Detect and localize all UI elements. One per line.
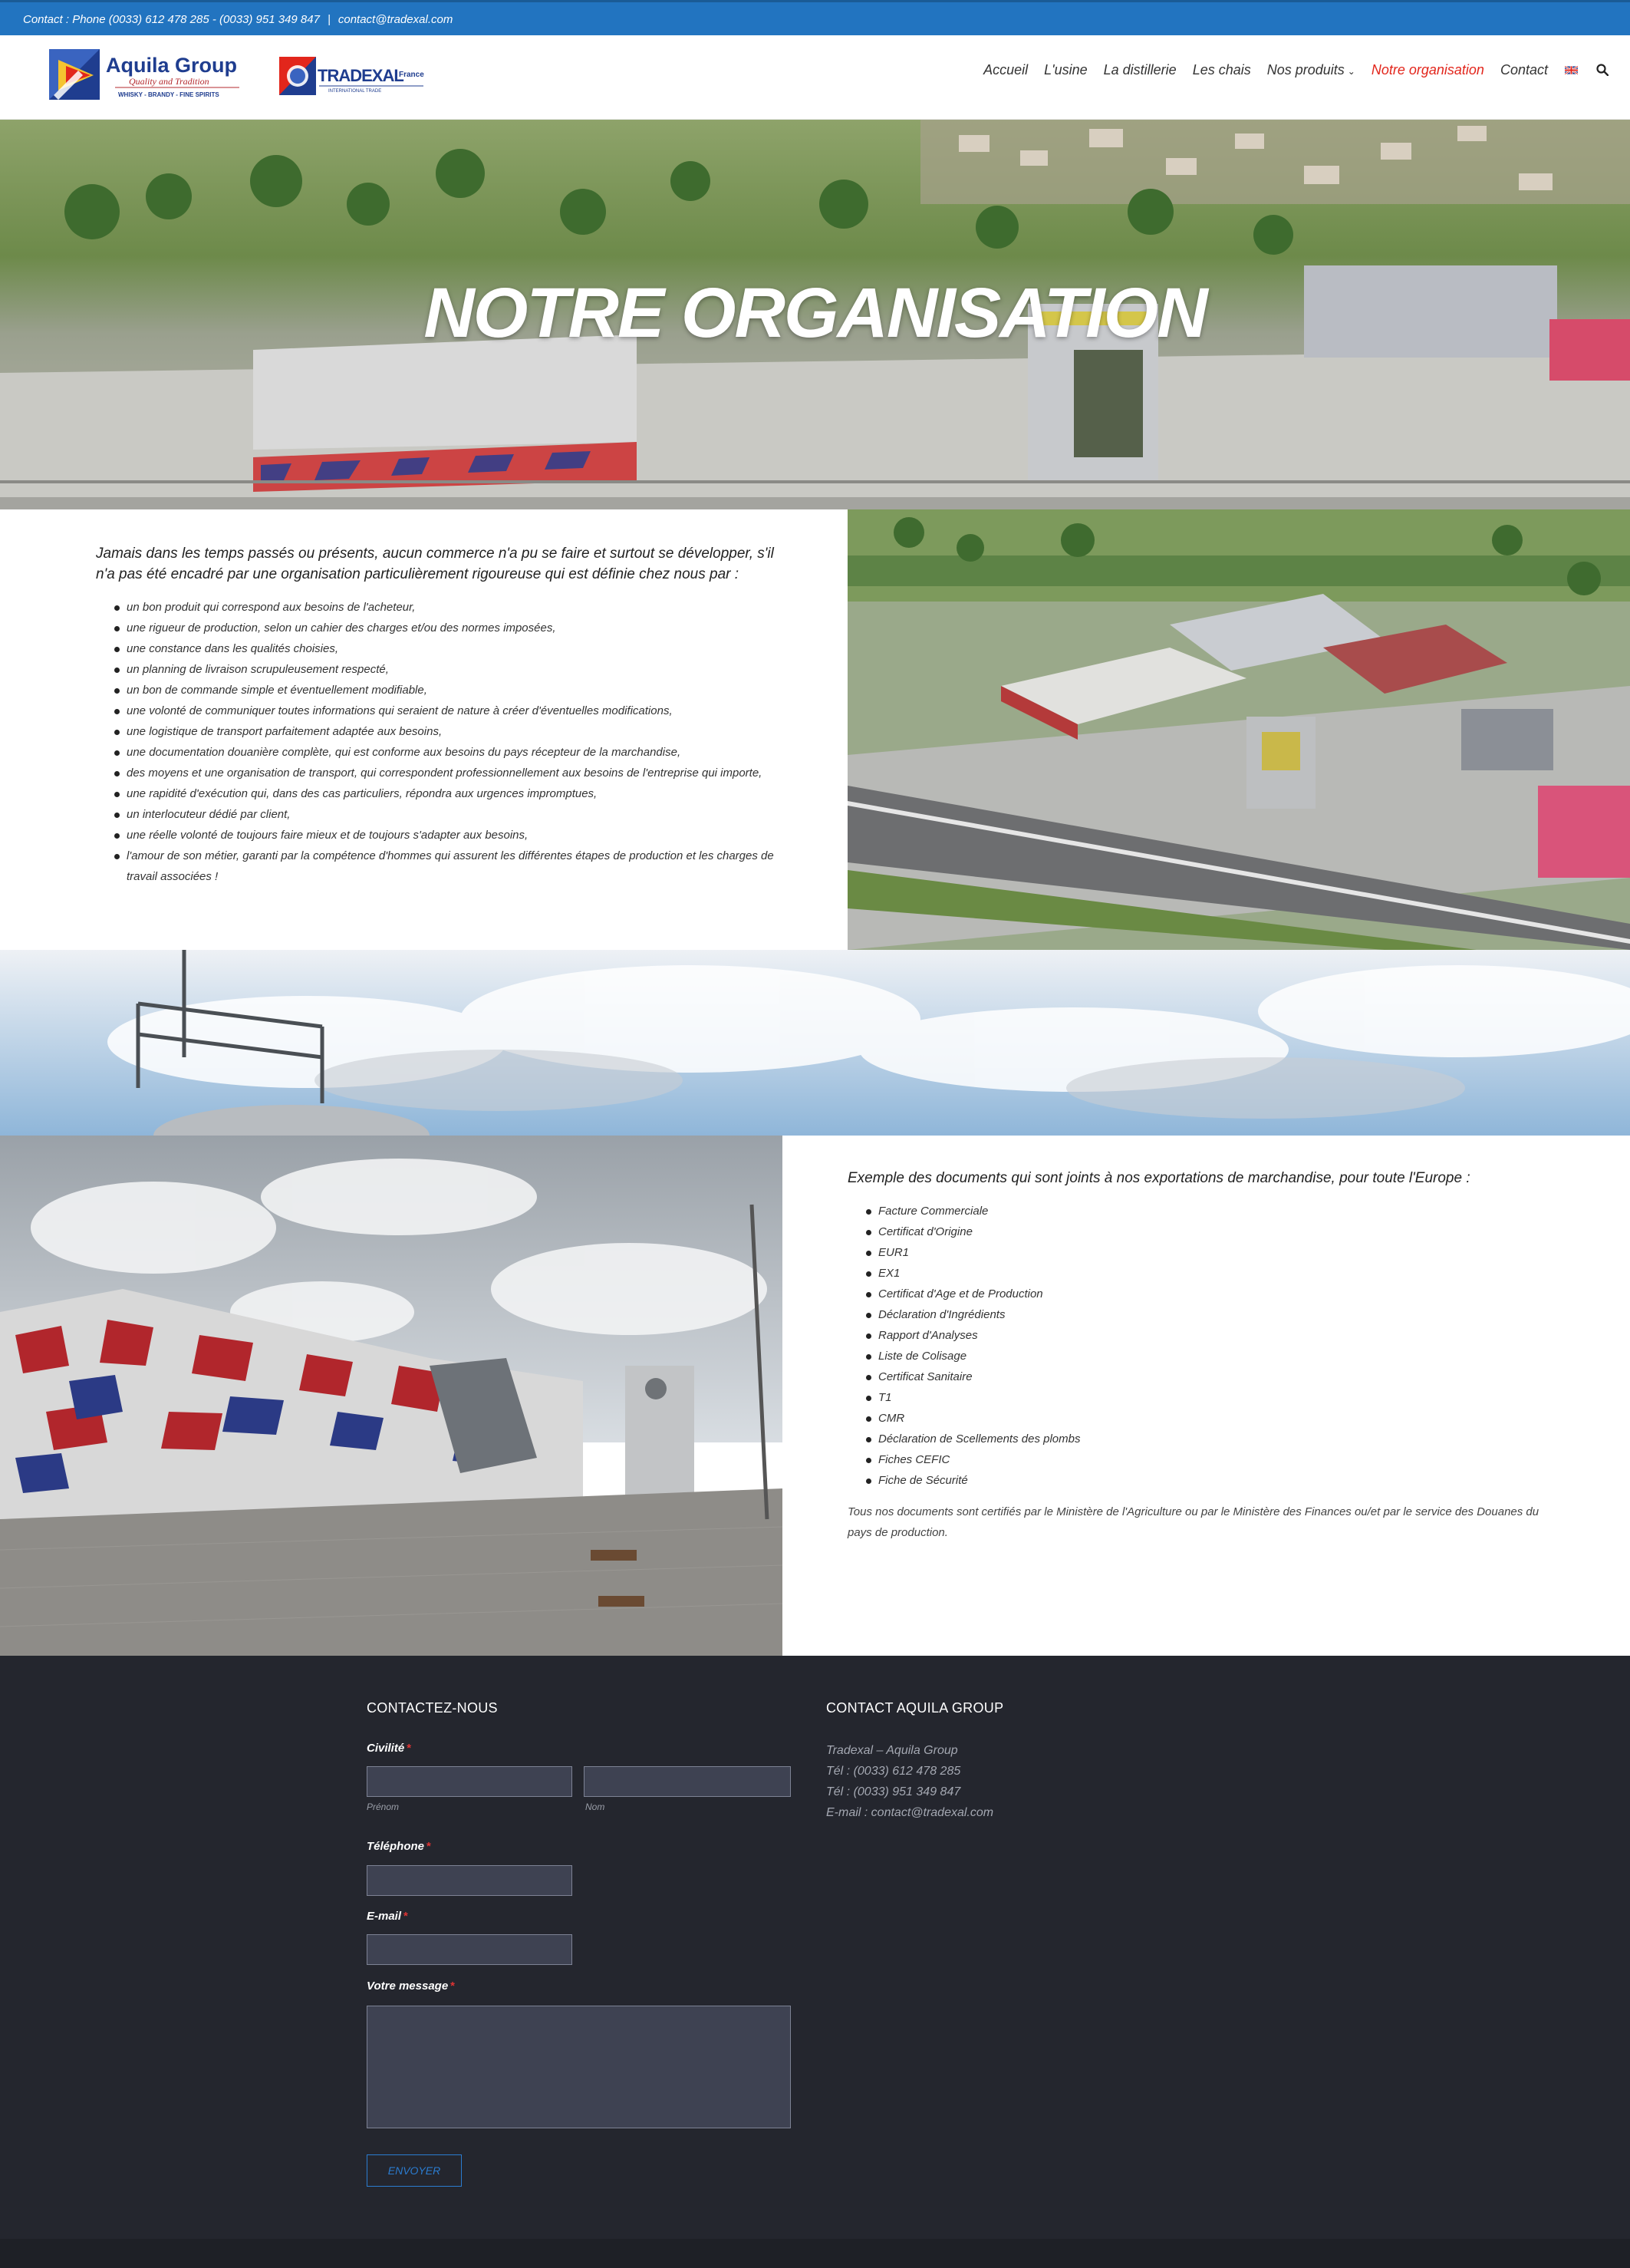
topbar-email-link[interactable]: contact@tradexal.com: [338, 13, 453, 26]
list-item: un planning de livraison scrupuleusement…: [114, 659, 802, 680]
email-input[interactable]: [367, 1934, 572, 1965]
list-item: une rigueur de production, selon un cahi…: [114, 618, 802, 638]
contact-info-email[interactable]: E-mail : contact@tradexal.com: [826, 1802, 1133, 1823]
email-label: E-mail *: [367, 1910, 408, 1923]
contact-info-block: Tradexal – Aquila Group Tél : (0033) 612…: [826, 1740, 1133, 1823]
list-item: Certificat d'Origine: [866, 1221, 1569, 1242]
topbar-contact: Contact : Phone (0033) 612 478 285 - (00…: [23, 13, 453, 26]
civility-label-text: Civilité: [367, 1742, 405, 1755]
message-textarea[interactable]: [367, 2006, 791, 2128]
tradexal-logo[interactable]: TRADEXAL France INTERNATIONAL TRADE: [278, 54, 431, 98]
list-item: Déclaration d'Ingrédients: [866, 1304, 1569, 1325]
page-title: NOTRE ORGANISATION: [423, 274, 1207, 352]
organisation-intro-section: Jamais dans les temps passés ou présents…: [0, 509, 848, 950]
contact-info-phone-2: Tél : (0033) 951 349 847: [826, 1785, 961, 1798]
list-item: une constance dans les qualités choisies…: [114, 638, 802, 659]
contact-info-title: CONTACT AQUILA GROUP: [826, 1700, 1004, 1716]
topbar-phone: Contact : Phone (0033) 612 478 285 - (00…: [23, 13, 320, 26]
phone-label: Téléphone *: [367, 1840, 431, 1853]
factory-aerial-image: [848, 509, 1630, 950]
organisation-criteria-list: un bon produit qui correspond aux besoin…: [114, 597, 802, 887]
required-mark: *: [426, 1840, 431, 1853]
list-item: Certificat d'Age et de Production: [866, 1284, 1569, 1304]
tradexal-logo-name: TRADEXAL: [318, 66, 403, 85]
list-item: un bon de commande simple et éventuellem…: [114, 680, 802, 701]
nav-accueil[interactable]: Accueil: [983, 62, 1028, 78]
required-mark: *: [407, 1742, 412, 1755]
list-item: l'amour de son métier, garanti par la co…: [114, 846, 802, 887]
list-item: une documentation douanière complète, qu…: [114, 742, 802, 763]
list-item: EUR1: [866, 1242, 1569, 1263]
message-label: Votre message *: [367, 1980, 455, 1993]
footer-bottom-bar: [0, 2239, 1630, 2268]
topbar-separator: |: [327, 13, 331, 26]
nav-contact[interactable]: Contact: [1500, 62, 1548, 78]
list-item: Fiches CEFIC: [866, 1449, 1569, 1470]
civility-label: Civilité *: [367, 1742, 411, 1755]
list-item: Fiche de Sécurité: [866, 1470, 1569, 1491]
aquila-group-logo[interactable]: Aquila Group Quality and Tradition WHISK…: [48, 45, 247, 104]
list-item: une volonté de communiquer toutes inform…: [114, 701, 802, 721]
lastname-input[interactable]: [584, 1766, 791, 1797]
main-nav: Accueil L'usine La distillerie Les chais…: [967, 58, 1609, 81]
list-item: EX1: [866, 1263, 1569, 1284]
search-icon[interactable]: [1596, 64, 1609, 76]
nav-distillerie[interactable]: La distillerie: [1104, 62, 1177, 78]
export-documents-section: Exemple des documents qui sont joints à …: [782, 1136, 1630, 1656]
nav-usine[interactable]: L'usine: [1044, 62, 1087, 78]
export-documents-list: Facture Commerciale Certificat d'Origine…: [866, 1201, 1569, 1491]
site-footer: CONTACTEZ-NOUS Civilité * Prénom Nom Télé…: [0, 1656, 1630, 2239]
aquila-logo-name: Aquila Group: [106, 54, 237, 77]
nav-organisation[interactable]: Notre organisation: [1372, 62, 1484, 78]
submit-button[interactable]: ENVOYER: [367, 2154, 462, 2187]
firstname-input[interactable]: [367, 1766, 572, 1797]
required-mark: *: [450, 1980, 456, 1993]
site-header: Aquila Group Quality and Tradition WHISK…: [0, 35, 1630, 120]
firstname-sublabel: Prénom: [367, 1802, 400, 1812]
nav-produits-label: Nos produits: [1266, 61, 1345, 77]
phone-input[interactable]: [367, 1865, 572, 1896]
required-mark: *: [403, 1910, 408, 1923]
export-documents-intro: Exemple des documents qui sont joints à …: [848, 1170, 1470, 1186]
hero-banner: NOTRE ORGANISATION: [0, 120, 1630, 509]
tradexal-logo-sub: INTERNATIONAL TRADE: [328, 89, 381, 94]
list-item: une logistique de transport parfaitement…: [114, 721, 802, 742]
tradexal-logo-country: France: [399, 71, 424, 79]
contact-form-title: CONTACTEZ-NOUS: [367, 1700, 498, 1716]
list-item: Certificat Sanitaire: [866, 1366, 1569, 1387]
uk-flag-icon[interactable]: [1565, 65, 1578, 74]
chevron-down-icon: ⌄: [1347, 65, 1355, 77]
aquila-logo-tagline: Quality and Tradition: [129, 76, 209, 87]
list-item: des moyens et une organisation de transp…: [114, 763, 802, 783]
nav-produits[interactable]: Nos produits ⌄: [1267, 62, 1355, 78]
email-label-text: E-mail: [367, 1910, 402, 1923]
nav-chais[interactable]: Les chais: [1193, 62, 1251, 78]
message-label-text: Votre message: [367, 1980, 449, 1993]
aquila-logo-sub: WHISKY - BRANDY - FINE SPIRITS: [118, 91, 219, 98]
certification-note: Tous nos documents sont certifiés par le…: [848, 1505, 1539, 1539]
list-item: Déclaration de Scellements des plombs: [866, 1429, 1569, 1449]
lastname-sublabel: Nom: [585, 1802, 605, 1812]
list-item: Rapport d'Analyses: [866, 1325, 1569, 1346]
list-item: une rapidité d'exécution qui, dans des c…: [114, 783, 802, 804]
list-item: un interlocuteur dédié par client,: [114, 804, 802, 825]
list-item: un bon produit qui correspond aux besoin…: [114, 597, 802, 618]
contact-info-phone-1: Tél : (0033) 612 478 285: [826, 1765, 961, 1778]
list-item: Facture Commerciale: [866, 1201, 1569, 1221]
top-contact-bar: Contact : Phone (0033) 612 478 285 - (00…: [0, 0, 1630, 35]
organisation-intro-text: Jamais dans les temps passés ou présents…: [96, 546, 774, 582]
distillery-building-image: [0, 1136, 782, 1656]
list-item: Liste de Colisage: [866, 1346, 1569, 1366]
contact-info-company: Tradexal – Aquila Group: [826, 1744, 958, 1757]
list-item: CMR: [866, 1408, 1569, 1429]
list-item: T1: [866, 1387, 1569, 1408]
phone-label-text: Téléphone: [367, 1840, 425, 1853]
sky-parallax-image: [0, 950, 1630, 1136]
list-item: une réelle volonté de toujours faire mie…: [114, 825, 802, 846]
